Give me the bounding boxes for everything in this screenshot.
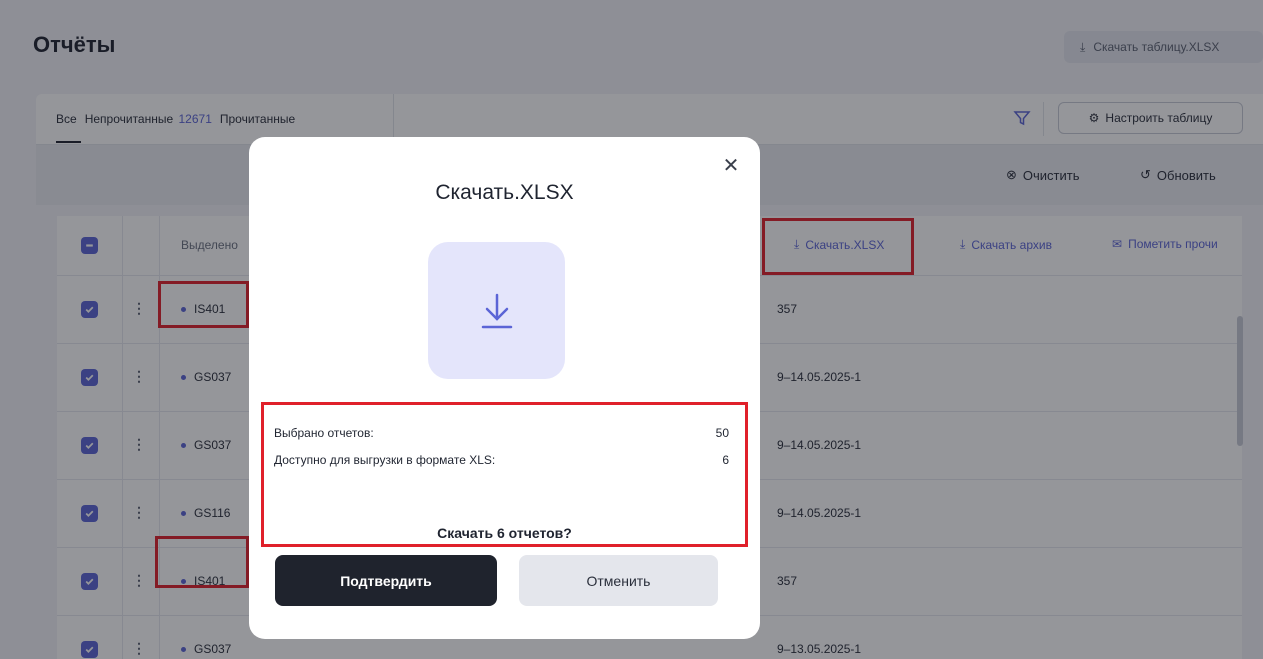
- download-icon: [481, 293, 512, 328]
- download-illustration: [428, 242, 565, 379]
- close-icon[interactable]: ✕: [720, 154, 742, 177]
- reports-page: Отчёты ⤓ Скачать таблицу.XLSX Все Непроч…: [0, 0, 1263, 659]
- confirm-button[interactable]: Подтвердить: [275, 555, 497, 606]
- modal-title: Скачать.XLSX: [435, 181, 574, 204]
- cancel-button[interactable]: Отменить: [519, 555, 718, 606]
- download-xlsx-modal: ✕ Скачать.XLSX Выбрано отчетов: 50 Досту…: [249, 137, 760, 639]
- highlight-box: [261, 402, 748, 547]
